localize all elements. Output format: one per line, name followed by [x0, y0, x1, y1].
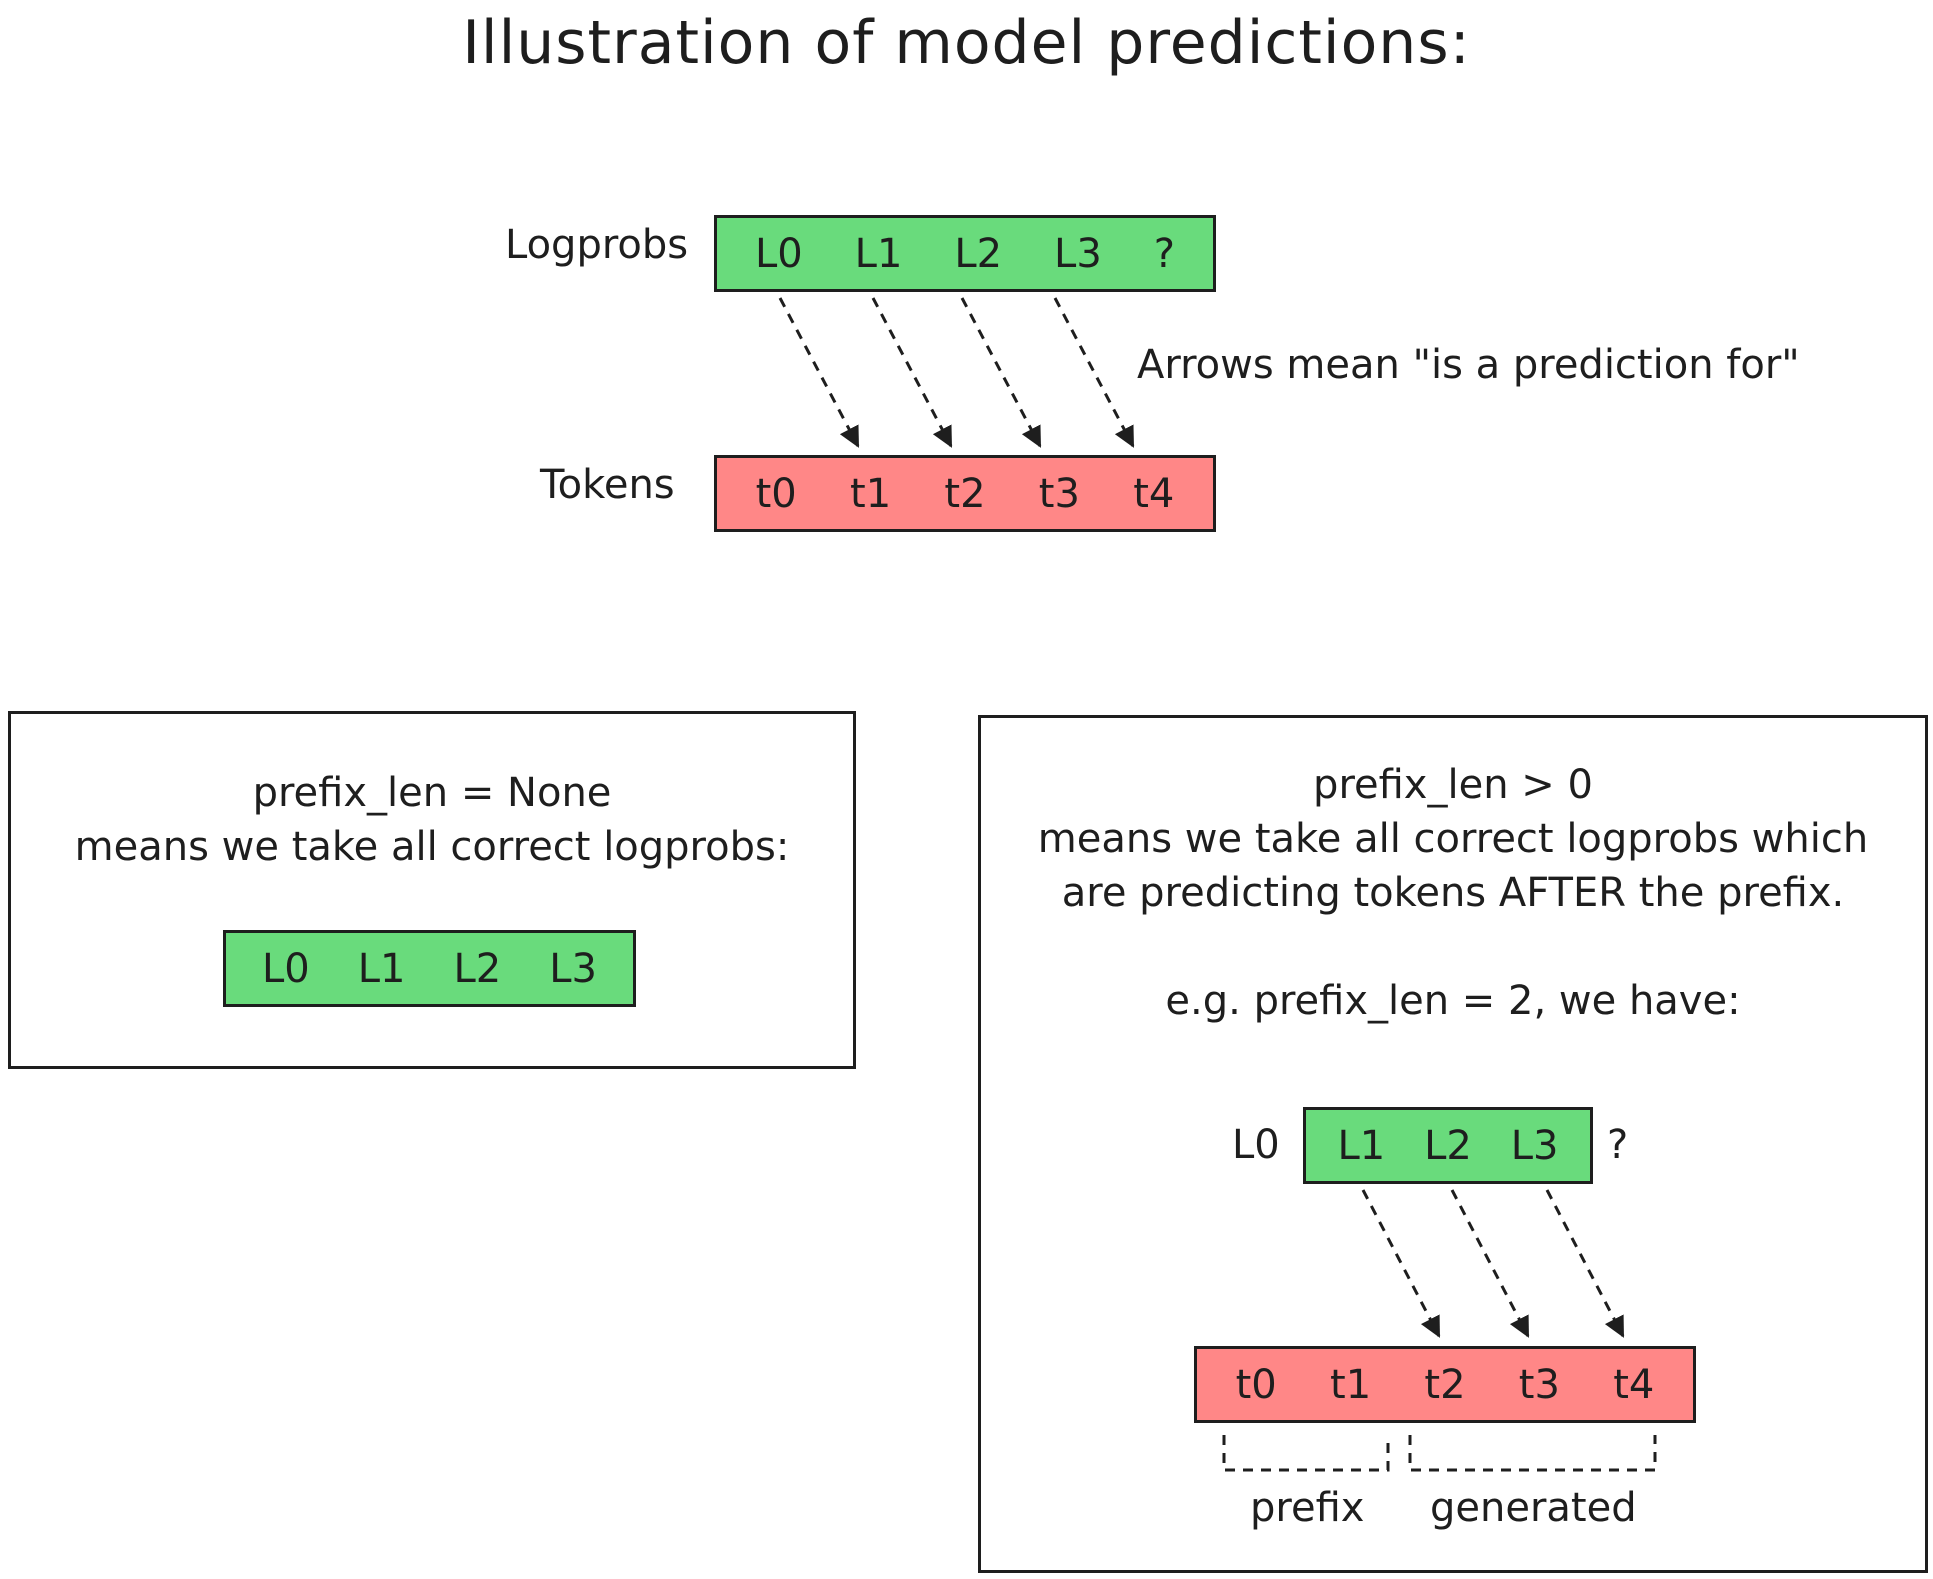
prediction-arrow	[1545, 1189, 1625, 1338]
prefix-bracket	[1222, 1435, 1390, 1472]
prediction-arrow	[1450, 1189, 1530, 1338]
prediction-arrow	[1361, 1189, 1441, 1338]
prediction-arrow	[778, 297, 860, 448]
generated-bracket	[1408, 1435, 1657, 1472]
prediction-arrow	[960, 297, 1042, 448]
connector-overlay	[778, 297, 1657, 1472]
prediction-arrow	[1053, 297, 1135, 448]
prediction-arrow	[871, 297, 953, 448]
